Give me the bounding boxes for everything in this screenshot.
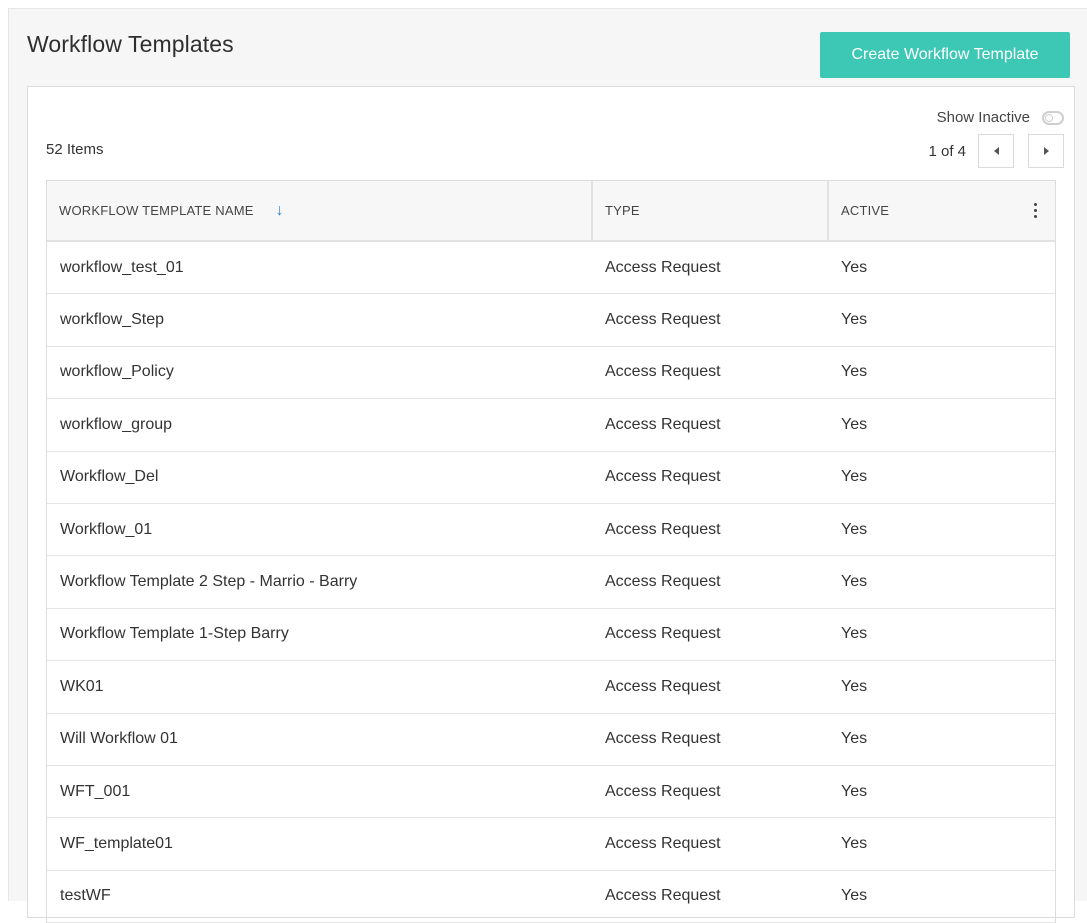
row-name-cell: WF_template01: [60, 834, 173, 852]
row-type-cell: Access Request: [605, 887, 721, 905]
row-active-cell: Yes: [841, 730, 868, 748]
row-type-cell: Access Request: [605, 625, 721, 643]
row-name-cell: Workflow_01: [60, 520, 153, 538]
show-inactive-control: Show Inactive: [937, 109, 1064, 126]
next-page-button[interactable]: [1028, 134, 1064, 168]
column-header-type-label: TYPE: [605, 203, 640, 218]
row-active-cell: Yes: [841, 363, 868, 381]
create-workflow-template-button[interactable]: Create Workflow Template: [820, 32, 1070, 78]
row-active-cell: Yes: [841, 520, 868, 538]
row-type-cell: Access Request: [605, 415, 721, 433]
table-row[interactable]: workflow_Policy Access Request Yes: [47, 347, 1055, 400]
caret-right-icon: [1043, 147, 1049, 155]
table-row[interactable]: workflow_test_01 Access Request Yes: [47, 242, 1055, 295]
workflow-templates-page: Workflow Templates Create Workflow Templ…: [8, 8, 1087, 923]
row-type-cell: Access Request: [605, 311, 721, 329]
row-name-cell: workflow_test_01: [60, 258, 184, 276]
row-name-cell: testWF: [60, 887, 111, 905]
table-body: workflow_test_01 Access Request Yes workflo…: [47, 242, 1055, 923]
row-active-cell: Yes: [841, 625, 868, 643]
row-name-cell: Workflow_Del: [60, 468, 159, 486]
table-header: WORKFLOW TEMPLATE NAME ↓ TYPE ACTIVE: [47, 181, 1055, 242]
row-active-cell: Yes: [841, 311, 868, 329]
row-type-cell: Access Request: [605, 258, 721, 276]
arrow-down-icon: ↓: [275, 201, 284, 219]
page-indicator: 1 of 4: [928, 142, 966, 160]
row-name-cell: Will Workflow 01: [60, 730, 178, 748]
templates-table: WORKFLOW TEMPLATE NAME ↓ TYPE ACTIVE wor…: [46, 180, 1056, 923]
table-row[interactable]: Workflow Template 2 Step - Marrio - Barr…: [47, 556, 1055, 609]
page-title: Workflow Templates: [27, 31, 234, 57]
column-header-type[interactable]: TYPE: [593, 181, 829, 240]
column-header-name-label: WORKFLOW TEMPLATE NAME: [59, 203, 254, 218]
row-name-cell: workflow_group: [60, 415, 173, 433]
row-active-cell: Yes: [841, 573, 868, 591]
items-count: 52 Items: [46, 141, 104, 158]
row-active-cell: Yes: [841, 258, 868, 276]
previous-page-button[interactable]: [978, 134, 1014, 168]
table-row[interactable]: WF_template01 Access Request Yes: [47, 818, 1055, 871]
pagination: 1 of 4: [928, 134, 1064, 168]
row-name-cell: WFT_001: [60, 782, 131, 800]
column-header-name[interactable]: WORKFLOW TEMPLATE NAME ↓: [47, 181, 593, 240]
row-active-cell: Yes: [841, 834, 868, 852]
kebab-menu-icon[interactable]: [1034, 203, 1037, 218]
show-inactive-label: Show Inactive: [936, 109, 1030, 126]
templates-panel: 52 Items Show Inactive 1 of 4 WORKFLOW T…: [27, 86, 1075, 923]
caret-left-icon: [993, 147, 999, 155]
row-type-cell: Access Request: [605, 363, 721, 381]
row-type-cell: Access Request: [605, 520, 721, 538]
row-type-cell: Access Request: [605, 730, 721, 748]
row-name-cell: workflow_Policy: [60, 363, 174, 381]
table-row[interactable]: testWF Access Request Yes: [47, 871, 1055, 923]
row-type-cell: Access Request: [605, 573, 721, 591]
row-name-cell: WK01: [60, 677, 104, 695]
column-header-active[interactable]: ACTIVE: [829, 181, 1055, 240]
row-name-cell: Workflow Template 2 Step - Marrio - Barr…: [60, 573, 358, 591]
row-active-cell: Yes: [841, 782, 868, 800]
row-active-cell: Yes: [841, 887, 868, 905]
table-row[interactable]: Workflow Template 1-Step Barry Access Req…: [47, 609, 1055, 662]
row-active-cell: Yes: [841, 677, 868, 695]
row-name-cell: Workflow Template 1-Step Barry: [60, 625, 289, 643]
row-type-cell: Access Request: [605, 782, 721, 800]
table-row[interactable]: Workflow_Del Access Request Yes: [47, 452, 1055, 504]
table-row[interactable]: workflow_group Access Request Yes: [47, 399, 1055, 452]
table-row[interactable]: workflow_Step Access Request Yes: [47, 294, 1055, 347]
row-active-cell: Yes: [841, 468, 868, 486]
toggle-knob: [1045, 113, 1053, 122]
table-row[interactable]: Workflow_01 Access Request Yes: [47, 504, 1055, 557]
show-inactive-toggle[interactable]: [1042, 110, 1064, 125]
column-header-active-label: ACTIVE: [841, 203, 890, 218]
row-type-cell: Access Request: [605, 834, 721, 852]
table-row[interactable]: WFT_001 Access Request Yes: [47, 766, 1055, 819]
table-row[interactable]: Will Workflow 01 Access Request Yes: [47, 714, 1055, 766]
row-name-cell: workflow_Step: [60, 311, 165, 329]
row-type-cell: Access Request: [605, 677, 721, 695]
row-type-cell: Access Request: [605, 468, 721, 486]
row-active-cell: Yes: [841, 415, 868, 433]
table-row[interactable]: WK01 Access Request Yes: [47, 661, 1055, 714]
